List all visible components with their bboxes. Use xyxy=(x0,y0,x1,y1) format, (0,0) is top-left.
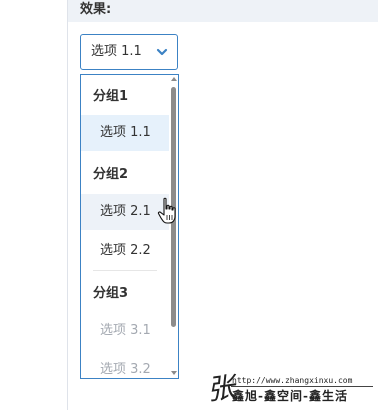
dropdown-scrollbar[interactable] xyxy=(169,75,178,378)
option-1-1[interactable]: 选项 1.1 xyxy=(81,115,169,151)
group-label-2: 分组2 xyxy=(93,167,129,182)
scroll-up-arrow-icon[interactable] xyxy=(171,77,177,81)
group-label-3: 分组3 xyxy=(93,286,129,301)
section-label: 效果: xyxy=(80,2,112,17)
page: 效果: 选项 1.1 分组1 选项 1.1 分组2 选项 2.1 选项 2.2 … xyxy=(0,0,378,410)
option-3-2: 选项 3.2 xyxy=(100,362,151,377)
watermark-underline xyxy=(231,386,373,387)
watermark-url: http://www.zhangxinxu.com xyxy=(232,376,353,385)
group-divider xyxy=(93,270,157,271)
watermark: 张 http://www.zhangxinxu.com 鑫旭-鑫空间-鑫生活 xyxy=(205,370,378,410)
hand-pointer-icon xyxy=(157,197,176,224)
option-2-1[interactable]: 选项 2.1 xyxy=(81,194,169,230)
option-2-2[interactable]: 选项 2.2 xyxy=(81,233,169,269)
select-value: 选项 1.1 xyxy=(91,44,142,59)
group-select[interactable]: 选项 1.1 xyxy=(80,34,178,70)
scroll-down-arrow-icon[interactable] xyxy=(171,371,177,375)
chevron-down-icon xyxy=(156,48,168,56)
dropdown-list: 分组1 选项 1.1 分组2 选项 2.1 选项 2.2 分组3 选项 3.1 … xyxy=(80,74,179,379)
option-3-1: 选项 3.1 xyxy=(100,323,151,338)
header-band xyxy=(68,0,378,22)
group-label-1: 分组1 xyxy=(93,89,129,104)
left-column xyxy=(0,0,68,410)
watermark-name: 鑫旭-鑫空间-鑫生活 xyxy=(232,389,348,403)
